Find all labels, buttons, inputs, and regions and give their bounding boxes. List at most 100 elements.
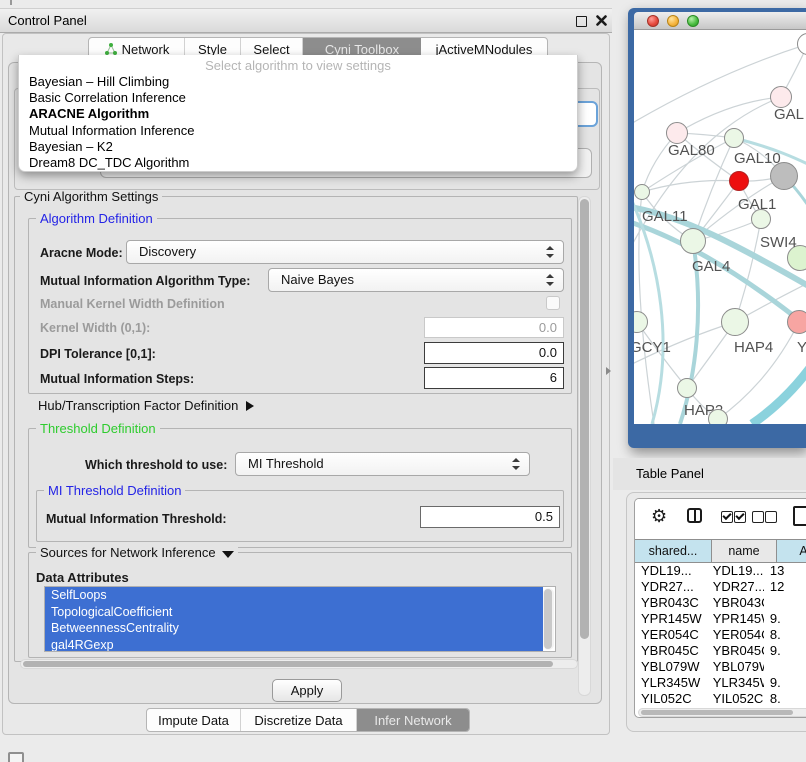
cyni-algorithm-settings-title: Cyni Algorithm Settings	[20, 189, 162, 204]
table-panel-titlebar: Table Panel	[613, 458, 806, 490]
column-header-shared...[interactable]: shared...	[635, 539, 712, 563]
sources-group-toggle[interactable]: Sources for Network Inference	[36, 545, 238, 560]
table-cell: YBL079W	[705, 659, 764, 675]
network-node-hap2[interactable]	[677, 378, 697, 398]
table-cell: YIL052C	[705, 691, 764, 707]
node-label: SWI4	[760, 234, 797, 251]
table-hscrollbar-thumb[interactable]	[641, 710, 793, 715]
table-row[interactable]: YLR345WYLR345W9.	[635, 675, 806, 691]
select-all-icon[interactable]	[734, 511, 746, 523]
manual-kernel-label: Manual Kernel Width Definition	[40, 297, 225, 311]
table-row[interactable]: YER054CYER054C8.	[635, 627, 806, 643]
table-row[interactable]: YBL079WYBL079W	[635, 659, 806, 675]
close-icon[interactable]	[596, 15, 607, 26]
table-hscrollbar[interactable]	[638, 708, 806, 717]
network-window-titlebar[interactable]	[634, 12, 806, 30]
select-all-icon[interactable]	[721, 511, 733, 523]
gear-icon[interactable]: ⚙	[651, 507, 667, 525]
table-row[interactable]: YIL052CYIL052C8.	[635, 691, 806, 707]
kernel-width-field[interactable]: 0.0	[424, 317, 564, 338]
network-node-y[interactable]	[787, 310, 806, 334]
node-label: GAL10	[734, 150, 781, 167]
float-icon[interactable]	[576, 16, 587, 27]
algorithm-option[interactable]: Mutual Information Inference	[19, 123, 577, 139]
mi-threshold-field[interactable]: 0.5	[420, 506, 560, 528]
network-node-gal4[interactable]	[680, 228, 706, 254]
tab-infer-network[interactable]: Infer Network	[357, 709, 469, 731]
algorithm-option[interactable]: ARACNE Algorithm	[19, 106, 577, 122]
network-node[interactable]	[729, 171, 749, 191]
column-header-A[interactable]: A	[777, 539, 806, 563]
network-node[interactable]	[708, 409, 728, 424]
algorithm-option[interactable]: Bayesian – K2	[19, 139, 577, 155]
network-canvas[interactable]: GALGAL80GAL10GAL1GAL11GAL4SWI4GCY1HAP4YH…	[634, 30, 806, 424]
table-cell: YDL19...	[705, 563, 764, 579]
data-attributes-label: Data Attributes	[36, 570, 129, 585]
minimized-panel-icon[interactable]	[8, 752, 24, 762]
node-label: GAL80	[668, 142, 715, 159]
aracne-mode-select[interactable]: Discovery	[126, 240, 564, 264]
manual-kernel-checkbox[interactable]	[546, 296, 560, 310]
algorithm-option[interactable]: Basic Correlation Inference	[19, 90, 577, 106]
hub-section-toggle[interactable]: Hub/Transcription Factor Definition	[38, 398, 254, 413]
stepper-icon	[512, 458, 520, 470]
close-window-icon[interactable]	[647, 15, 659, 27]
table-row[interactable]: YBR045CYBR045C9.	[635, 643, 806, 659]
aracne-mode-label: Aracne Mode:	[40, 246, 123, 260]
tab-discretize-data-label: Discretize Data	[254, 713, 342, 728]
minimize-window-icon[interactable]	[667, 15, 679, 27]
table-row[interactable]: YPR145WYPR145W9.	[635, 611, 806, 627]
screen: Control Panel Network Style Select Cyni …	[0, 0, 806, 762]
network-node-gal10[interactable]	[724, 128, 744, 148]
table-rows: YDL19...YDL19...13YDR27...YDR27...12YBR0…	[635, 563, 806, 707]
deselect-all-icon[interactable]	[765, 511, 777, 523]
network-node-hap4[interactable]	[721, 308, 749, 336]
settings-scrollbar-thumb[interactable]	[580, 199, 589, 639]
mi-type-value: Naive Bayes	[281, 272, 354, 287]
table-cell: YBR045C	[705, 643, 764, 659]
node-label: HAP4	[734, 339, 773, 356]
settings-scrollbar[interactable]	[578, 196, 591, 696]
table-cell	[764, 595, 806, 611]
tab-impute-data[interactable]: Impute Data	[147, 709, 241, 731]
attribute-item[interactable]: TopologicalCoefficient	[45, 604, 543, 621]
apply-button[interactable]: Apply	[272, 679, 342, 702]
node-label: GAL	[774, 106, 804, 123]
column-header-name[interactable]: name	[712, 539, 777, 563]
which-threshold-value: MI Threshold	[248, 456, 324, 471]
network-node[interactable]	[770, 162, 798, 190]
settings-hscrollbar-thumb[interactable]	[23, 661, 553, 667]
which-threshold-select[interactable]: MI Threshold	[235, 452, 530, 476]
kernel-width-label: Kernel Width (0,1):	[40, 321, 150, 335]
attribute-item[interactable]: gal4RGexp	[45, 637, 543, 653]
network-node-gal[interactable]	[770, 86, 792, 108]
table-cell: YDR27...	[635, 579, 705, 595]
divider-collapse-icon[interactable]	[606, 367, 611, 375]
split-columns-icon[interactable]	[687, 508, 702, 523]
table-cell: 8.	[764, 691, 806, 707]
network-node-gal80[interactable]	[666, 122, 688, 144]
table-row[interactable]: YDL19...YDL19...13	[635, 563, 806, 579]
hub-section-label: Hub/Transcription Factor Definition	[38, 398, 238, 413]
algorithm-option[interactable]: Dream8 DC_TDC Algorithm	[19, 155, 577, 171]
tab-discretize-data[interactable]: Discretize Data	[241, 709, 357, 731]
settings-hscrollbar[interactable]	[20, 659, 578, 669]
table-row[interactable]: YBR043CYBR043C	[635, 595, 806, 611]
zoom-window-icon[interactable]	[687, 15, 699, 27]
mi-type-select[interactable]: Naive Bayes	[268, 268, 564, 292]
dpi-tolerance-field[interactable]: 0.0	[424, 342, 564, 364]
algorithm-option[interactable]: Bayesian – Hill Climbing	[19, 74, 577, 90]
table-row[interactable]: YDR27...YDR27...12	[635, 579, 806, 595]
attributes-scrollbar-thumb[interactable]	[544, 589, 552, 649]
table-cell	[764, 659, 806, 675]
attribute-item[interactable]: SelfLoops	[45, 587, 543, 604]
mi-steps-field[interactable]: 6	[424, 367, 564, 389]
chevron-right-icon	[246, 401, 254, 411]
deselect-all-icon[interactable]	[752, 511, 764, 523]
attributes-scrollbar[interactable]	[543, 588, 554, 650]
document-icon[interactable]	[793, 506, 806, 526]
which-threshold-label: Which threshold to use:	[85, 458, 227, 472]
algorithm-dropdown-list: Bayesian – Hill ClimbingBasic Correlatio…	[19, 74, 577, 171]
network-node-gal11[interactable]	[634, 184, 650, 200]
attribute-item[interactable]: BetweennessCentrality	[45, 620, 543, 637]
